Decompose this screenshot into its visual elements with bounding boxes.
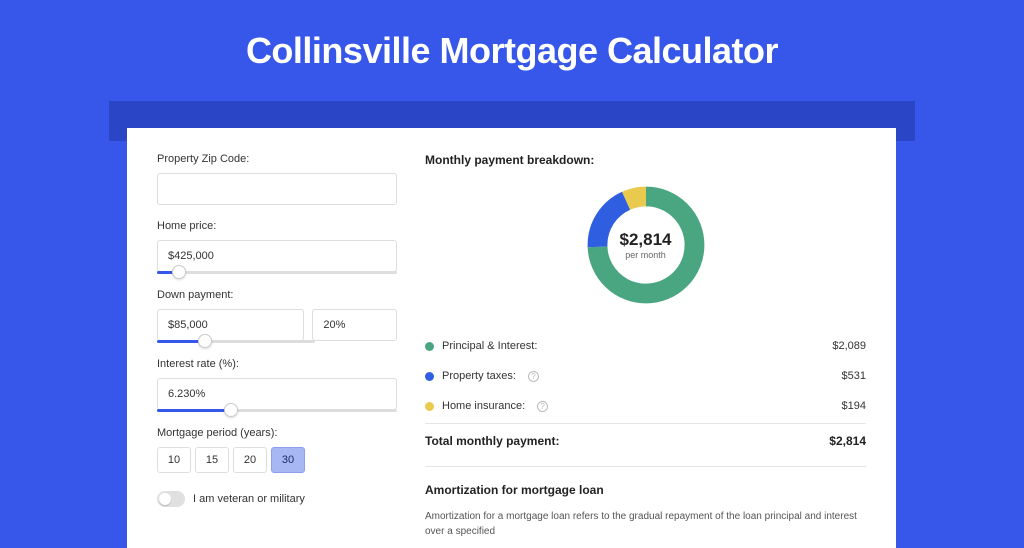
legend-dot-icon — [425, 402, 434, 411]
toggle-knob-icon — [159, 493, 171, 505]
home-price-block: Home price: — [157, 220, 397, 274]
legend-dot-icon — [425, 372, 434, 381]
home-price-input[interactable] — [157, 240, 397, 272]
interest-input[interactable] — [157, 378, 397, 410]
home-price-label: Home price: — [157, 220, 397, 232]
info-icon[interactable]: ? — [537, 401, 548, 412]
slider-thumb-icon[interactable] — [224, 403, 238, 417]
period-buttons: 10152030 — [157, 447, 397, 473]
donut-amount: $2,814 — [620, 230, 672, 250]
legend: Principal & Interest: $2,089 Property taxe… — [425, 331, 866, 421]
amort-text: Amortization for a mortgage loan refers … — [425, 509, 866, 539]
period-button-10[interactable]: 10 — [157, 447, 191, 473]
total-row: Total monthly payment: $2,814 — [425, 423, 866, 448]
zip-block: Property Zip Code: — [157, 153, 397, 205]
zip-input[interactable] — [157, 173, 397, 205]
down-payment-block: Down payment: — [157, 289, 397, 343]
legend-value: $531 — [842, 370, 866, 382]
veteran-row: I am veteran or military — [157, 491, 397, 507]
interest-block: Interest rate (%): — [157, 358, 397, 412]
donut-sub: per month — [625, 250, 666, 260]
down-payment-slider[interactable] — [157, 340, 315, 343]
total-label: Total monthly payment: — [425, 434, 559, 448]
down-payment-label: Down payment: — [157, 289, 397, 301]
amortization-section: Amortization for mortgage loan Amortizat… — [425, 466, 866, 539]
legend-dot-icon — [425, 342, 434, 351]
legend-label: Property taxes: — [442, 370, 516, 382]
period-label: Mortgage period (years): — [157, 427, 397, 439]
period-button-15[interactable]: 15 — [195, 447, 229, 473]
legend-row: Property taxes:? $531 — [425, 361, 866, 391]
veteran-label: I am veteran or military — [193, 493, 305, 505]
legend-value: $194 — [842, 400, 866, 412]
inputs-column: Property Zip Code: Home price: Down paym… — [157, 153, 397, 508]
period-block: Mortgage period (years): 10152030 — [157, 427, 397, 473]
interest-slider[interactable] — [157, 409, 397, 412]
calculator-card: Property Zip Code: Home price: Down paym… — [127, 128, 896, 548]
legend-row: Principal & Interest: $2,089 — [425, 331, 866, 361]
breakdown-title: Monthly payment breakdown: — [425, 153, 866, 167]
breakdown-column: Monthly payment breakdown: $2,814 per mo… — [425, 153, 866, 508]
legend-label: Principal & Interest: — [442, 340, 537, 352]
slider-thumb-icon[interactable] — [198, 334, 212, 348]
home-price-slider[interactable] — [157, 271, 397, 274]
legend-label: Home insurance: — [442, 400, 525, 412]
page-title: Collinsville Mortgage Calculator — [0, 0, 1024, 100]
down-payment-amount-input[interactable] — [157, 309, 304, 341]
info-icon[interactable]: ? — [528, 371, 539, 382]
period-button-20[interactable]: 20 — [233, 447, 267, 473]
down-payment-percent-input[interactable] — [312, 309, 397, 341]
slider-thumb-icon[interactable] — [172, 265, 186, 279]
zip-label: Property Zip Code: — [157, 153, 397, 165]
total-value: $2,814 — [829, 434, 866, 448]
amort-title: Amortization for mortgage loan — [425, 483, 866, 497]
legend-row: Home insurance:? $194 — [425, 391, 866, 421]
interest-label: Interest rate (%): — [157, 358, 397, 370]
period-button-30[interactable]: 30 — [271, 447, 305, 473]
donut-chart: $2,814 per month — [425, 181, 866, 309]
veteran-toggle[interactable] — [157, 491, 185, 507]
legend-value: $2,089 — [832, 340, 866, 352]
